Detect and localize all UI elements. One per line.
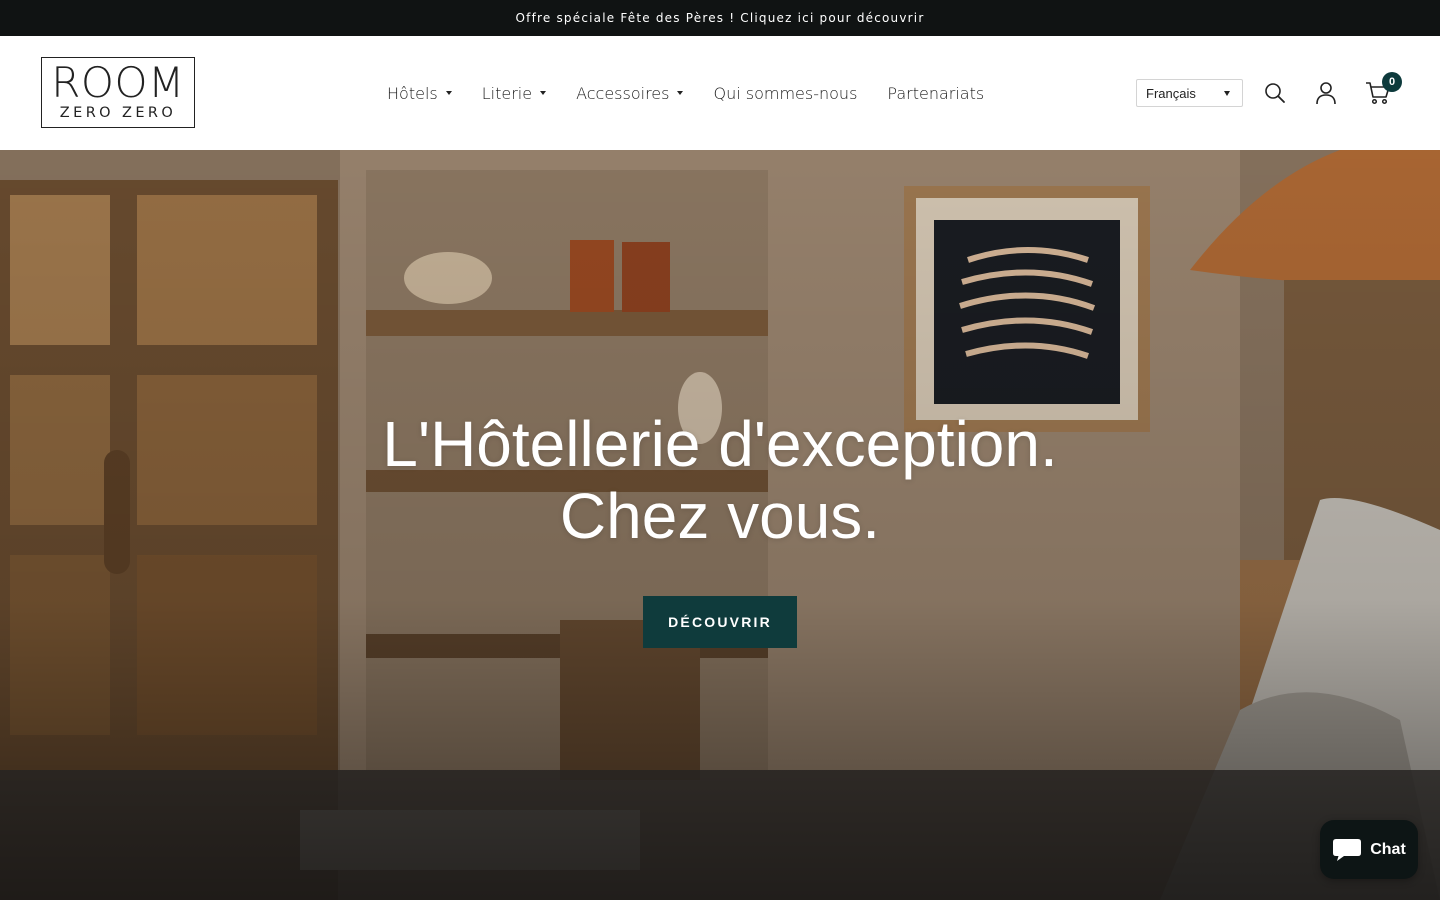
- nav-item-qui-sommes-nous[interactable]: Qui sommes-nous: [713, 84, 857, 103]
- caret-down-icon: [677, 91, 684, 95]
- caret-down-icon: [1224, 91, 1230, 96]
- cart-count-badge: 0: [1382, 72, 1402, 92]
- hero-title: L'Hôtellerie d'exception. Chez vous.: [0, 408, 1440, 552]
- nav-item-partenariats[interactable]: Partenariats: [887, 84, 984, 103]
- chat-bubble-icon: [1333, 838, 1362, 861]
- nav-item-hotels[interactable]: Hôtels: [387, 84, 452, 103]
- account-button[interactable]: [1312, 79, 1340, 107]
- nav-label: Literie: [481, 83, 533, 103]
- search-button[interactable]: [1261, 79, 1289, 107]
- nav-label: Hôtels: [387, 83, 438, 103]
- discover-button[interactable]: DÉCOUVRIR: [643, 596, 797, 648]
- hero-title-line2: Chez vous.: [559, 480, 881, 552]
- logo[interactable]: ROOM ZERO ZERO: [41, 57, 195, 128]
- caret-down-icon: [540, 91, 547, 95]
- nav-item-literie[interactable]: Literie: [481, 83, 547, 103]
- logo-line2: ZERO ZERO: [59, 105, 177, 121]
- announcement-text[interactable]: Offre spéciale Fête des Pères ! Cliquez …: [516, 11, 925, 25]
- site-header: ROOM ZERO ZERO Hôtels Literie Accessoire…: [0, 36, 1440, 150]
- hero-banner: L'Hôtellerie d'exception. Chez vous. DÉC…: [0, 150, 1440, 900]
- language-value: Français: [1146, 85, 1196, 101]
- caret-down-icon: [445, 91, 452, 95]
- chat-button[interactable]: Chat: [1320, 820, 1418, 879]
- main-nav: Hôtels Literie Accessoires Qui sommes-no…: [387, 36, 984, 150]
- search-icon: [1265, 83, 1285, 103]
- hero-title-line1: L'Hôtellerie d'exception.: [382, 408, 1058, 480]
- language-select[interactable]: Français: [1136, 79, 1243, 107]
- nav-label: Qui sommes-nous: [713, 83, 858, 103]
- user-icon: [1316, 82, 1336, 105]
- nav-label: Accessoires: [576, 83, 670, 103]
- nav-item-accessoires[interactable]: Accessoires: [576, 83, 684, 103]
- logo-line1: ROOM: [51, 58, 185, 107]
- chat-label: Chat: [1370, 840, 1406, 858]
- nav-label: Partenariats: [887, 83, 985, 103]
- announcement-bar[interactable]: Offre spéciale Fête des Pères ! Cliquez …: [0, 0, 1440, 36]
